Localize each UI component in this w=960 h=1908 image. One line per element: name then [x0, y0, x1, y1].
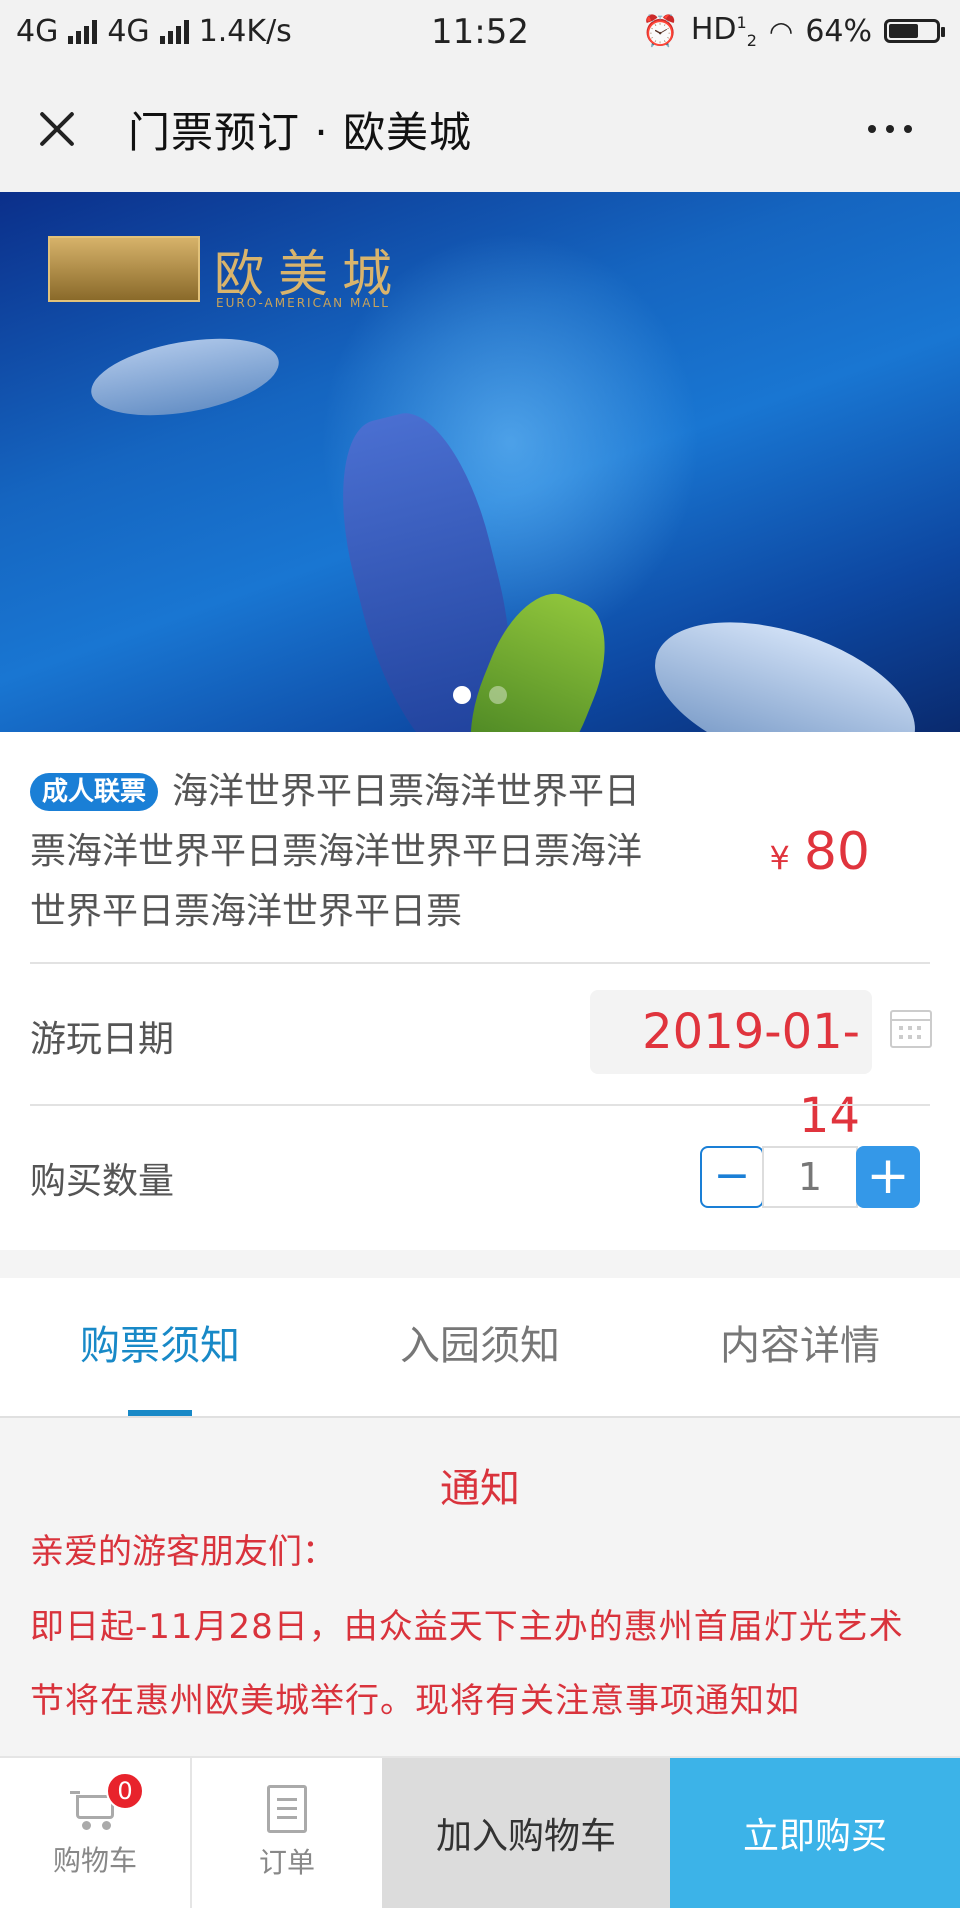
notice-title: 通知 — [440, 1466, 520, 1512]
notice-section: 通知 亲爱的游客朋友们： 即日起-11月28日，由众益天下主办的惠州首届灯光艺术… — [0, 1418, 960, 1756]
notice-greeting: 亲爱的游客朋友们： — [30, 1532, 336, 1572]
tab-entry-notes[interactable]: 入园须知 — [320, 1278, 640, 1418]
product-title: 成人联票 海洋世界平日票海洋世界平日票海洋世界平日票海洋世界平日票海洋世界平日票海… — [30, 762, 670, 942]
product-price: ¥80 — [769, 822, 870, 882]
buy-now-button[interactable]: 立即购买 — [670, 1758, 960, 1908]
wifi-icon: ◠ — [768, 14, 794, 48]
page-title: 门票预订 · 欧美城 — [128, 107, 473, 157]
ticket-type-badge: 成人联票 — [30, 773, 159, 811]
cart-count-badge: 0 — [106, 1772, 144, 1810]
divider — [30, 1104, 930, 1106]
product-card: 成人联票 海洋世界平日票海洋世界平日票海洋世界平日票海洋世界平日票海洋世界平日票海… — [0, 732, 960, 1250]
alarm-icon: ⏰ — [641, 13, 679, 49]
quantity-stepper: − 1 + — [700, 1146, 920, 1208]
banner-carousel[interactable]: 欧美城 EURO-AMERICAN MALL — [0, 192, 960, 732]
add-to-cart-button[interactable]: 加入购物车 — [382, 1758, 670, 1908]
carousel-dot[interactable] — [489, 686, 507, 704]
nav-bar: 门票预订 · 欧美城 — [0, 66, 960, 192]
tab-content-details[interactable]: 内容详情 — [640, 1278, 960, 1418]
calendar-icon[interactable] — [890, 1010, 932, 1048]
notice-body: 即日起-11月28日，由众益天下主办的惠州首届灯光艺术节将在惠州欧美城举行。现将… — [30, 1607, 904, 1721]
decrease-quantity-button[interactable]: − — [700, 1146, 764, 1208]
hd-indicator: HD12 — [690, 12, 757, 50]
increase-quantity-button[interactable]: + — [856, 1146, 920, 1208]
banner-logo-subtitle: EURO-AMERICAN MALL — [216, 296, 390, 310]
carousel-dot[interactable] — [453, 686, 471, 704]
tab-purchase-notes[interactable]: 购票须知 — [0, 1278, 320, 1418]
status-bar: 4G 4G 1.4K/s 11:52 ⏰ HD12 ◠ 64% — [0, 0, 960, 66]
banner-logo-emblem — [48, 236, 200, 302]
info-tabs: 购票须知 入园须知 内容详情 — [0, 1278, 960, 1418]
carousel-dots — [0, 686, 960, 704]
quantity-input[interactable]: 1 — [762, 1146, 858, 1208]
cart-button[interactable]: 0 购物车 — [0, 1758, 190, 1908]
play-date-label: 游玩日期 — [30, 1019, 175, 1060]
cart-label: 购物车 — [52, 1844, 137, 1877]
battery-icon — [884, 19, 945, 43]
quantity-label: 购买数量 — [30, 1161, 175, 1202]
banner-dolphin — [85, 326, 285, 428]
close-icon[interactable] — [28, 99, 88, 159]
bottom-action-bar: 0 购物车 订单 加入购物车 立即购买 — [0, 1756, 960, 1908]
status-right: ⏰ HD12 ◠ 64% — [641, 12, 945, 50]
price-value: 80 — [803, 822, 870, 882]
more-options-icon[interactable] — [850, 99, 930, 159]
play-date-picker[interactable]: 2019-01-14 — [590, 990, 872, 1144]
divider — [30, 962, 930, 964]
battery-percent: 64% — [805, 13, 872, 49]
currency-symbol: ¥ — [769, 839, 790, 877]
orders-button[interactable]: 订单 — [190, 1758, 382, 1908]
order-icon — [267, 1785, 307, 1833]
orders-label: 订单 — [258, 1846, 315, 1879]
